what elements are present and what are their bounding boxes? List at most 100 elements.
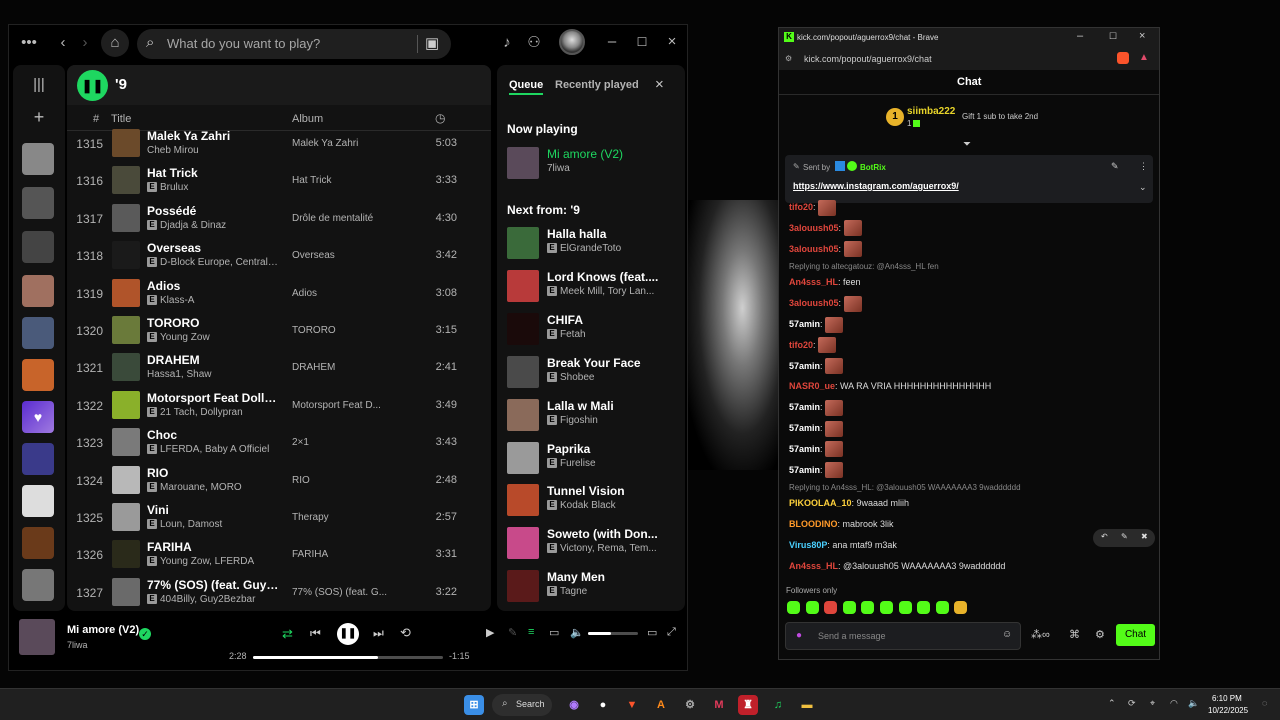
track-title[interactable]: FARIHA <box>147 540 279 554</box>
clock-time[interactable]: 6:10 PM <box>1212 694 1242 703</box>
chat-username[interactable]: 57amin <box>789 423 820 433</box>
col-title[interactable]: Title <box>111 113 131 125</box>
library-item[interactable] <box>22 143 54 175</box>
play-button[interactable]: ❚❚ <box>77 70 108 101</box>
pause-button[interactable]: ❚❚ <box>337 623 359 645</box>
table-row[interactable]: 1323 Choc E LFERDA, Baby A Officiel 2×1 3:43 <box>67 425 491 462</box>
previous-icon[interactable]: ⏮ <box>310 626 321 641</box>
unpin-icon[interactable]: ✎ <box>1111 161 1119 172</box>
emote-button[interactable] <box>954 601 968 614</box>
track-album[interactable]: Therapy <box>292 512 392 523</box>
track-title[interactable]: RIO <box>147 466 279 480</box>
track-album[interactable]: Malek Ya Zahri <box>292 138 392 149</box>
library-item[interactable] <box>22 443 54 475</box>
address-bar[interactable]: ⚙ kick.com/popout/aguerrox9/chat ▲ <box>779 48 1159 70</box>
table-row[interactable]: 1315 Malek Ya Zahri Cheb Mirou Malek Ya Zah… <box>67 126 491 163</box>
points-icon[interactable]: ⁂∞ <box>1031 628 1050 641</box>
chat-message[interactable]: 3alouush05: <box>789 219 862 237</box>
minimize-icon[interactable]: – <box>1077 30 1083 42</box>
library-item[interactable] <box>22 359 54 391</box>
minimize-icon[interactable]: – <box>605 32 619 52</box>
chat-username[interactable]: 57amin <box>789 465 820 475</box>
library-item[interactable] <box>22 527 54 559</box>
track-album[interactable]: 77% (SOS) (feat. G... <box>292 587 392 598</box>
chat-message[interactable]: NASR0_ue: WA RA VRIA HHHHHHHHHHHHHHH <box>789 377 991 395</box>
track-artist[interactable]: E LFERDA, Baby A Officiel <box>147 444 279 455</box>
repeat-icon[interactable]: ⟲ <box>400 625 411 641</box>
chat-message[interactable]: 3alouush05: <box>789 294 862 312</box>
library-icon[interactable]: ||| <box>29 75 49 95</box>
queue-item[interactable]: CHIFA E Fetah <box>507 311 685 351</box>
shuffle-icon[interactable]: ⇄ <box>282 626 293 642</box>
site-settings-icon[interactable]: ⚙ <box>785 54 792 63</box>
brave-icon[interactable]: ▼ <box>622 695 642 715</box>
volume-slider[interactable] <box>588 632 638 635</box>
fullscreen-icon[interactable]: ⤢ <box>667 626 676 639</box>
mini-player-icon[interactable]: ▭ <box>647 626 657 639</box>
chat-username[interactable]: 3alouush05 <box>789 298 839 308</box>
next-icon[interactable]: ⏭ <box>373 626 384 641</box>
collapse-icon[interactable]: ⏷ <box>963 139 971 150</box>
track-album[interactable]: RIO <box>292 475 392 486</box>
chat-username[interactable]: 57amin <box>789 361 820 371</box>
track-artist[interactable]: E Marouane, MORO <box>147 481 279 493</box>
queue-icon[interactable]: ≡ <box>528 626 534 638</box>
emote-button[interactable] <box>805 601 819 614</box>
queue-item[interactable]: Tunnel Vision E Kodak Black <box>507 482 685 522</box>
table-row[interactable]: 1327 77% (SOS) (feat. Guy2Bez...E404Billy… <box>67 575 491 611</box>
track-album[interactable]: DRAHEM <box>292 362 392 373</box>
chat-message[interactable]: 57amin: <box>789 398 844 416</box>
track-album[interactable]: Hat Trick <box>292 175 392 186</box>
library-item[interactable] <box>22 187 54 219</box>
close-queue-icon[interactable]: × <box>655 76 664 93</box>
add-icon[interactable]: + <box>29 107 49 127</box>
avatar[interactable] <box>559 29 585 55</box>
github-icon[interactable]: ● <box>593 695 613 715</box>
chat-username[interactable]: Virus80P <box>789 540 827 550</box>
home-icon[interactable]: ⌂ <box>101 29 129 57</box>
chat-message[interactable]: Virus80P: ana mtaf9 m3ak <box>789 536 897 554</box>
reply-context[interactable]: Replying to An4sss_HL: @3alouush05 WAAAA… <box>789 483 1021 492</box>
file-explorer-icon[interactable]: ▬ <box>797 695 817 715</box>
table-row[interactable]: 1320 TORORO E Young Zow TORORO 3:15 <box>67 313 491 350</box>
brave-shields-icon[interactable] <box>1117 52 1129 64</box>
table-row[interactable]: 1316 Hat Trick E Brulux Hat Trick 3:33 <box>67 163 491 200</box>
chat-username[interactable]: BLOODINO <box>789 519 838 529</box>
forward-icon[interactable]: › <box>77 33 93 53</box>
track-title[interactable]: TORORO <box>147 316 279 330</box>
library-item[interactable] <box>22 485 54 517</box>
track-album[interactable]: Drôle de mentalité <box>292 213 392 224</box>
emote-button[interactable] <box>898 601 912 614</box>
table-row[interactable]: 1326 FARIHA E Young Zow, LFERDA FARIHA 3:31 <box>67 537 491 574</box>
tab-queue[interactable]: Queue <box>509 79 544 95</box>
send-chat-button[interactable]: Chat <box>1116 624 1155 646</box>
table-row[interactable]: 1318 Overseas E D-Block Europe, Central C..… <box>67 238 491 275</box>
chat-message[interactable]: PIKOOLAA_10: 9waaad mliih <box>789 494 909 512</box>
maximize-icon[interactable]: ☐ <box>1109 31 1117 42</box>
wifi-icon[interactable]: ◠ <box>1170 698 1178 709</box>
track-title[interactable]: Choc <box>147 428 279 442</box>
queue-item[interactable]: Lord Knows (feat.... E Meek Mill, Tory Lan… <box>507 268 685 308</box>
track-title[interactable]: Overseas <box>147 241 279 255</box>
chat-username[interactable]: An4sss_HL <box>789 277 838 287</box>
pinned-link[interactable]: https://www.instagram.com/aguerrox9/ <box>793 181 959 191</box>
bot-name[interactable]: BotRix <box>860 163 886 172</box>
table-row[interactable]: 1319 Adios E Klass-A Adios 3:08 <box>67 276 491 313</box>
track-title[interactable]: Possédé <box>147 204 279 218</box>
track-title[interactable]: Malek Ya Zahri <box>147 129 279 143</box>
tab-recently-played[interactable]: Recently played <box>555 79 639 91</box>
saved-check-icon[interactable]: ✓ <box>139 628 151 640</box>
track-artist[interactable]: E 404Billy, Guy2Bezbar <box>147 593 279 605</box>
queue-item[interactable]: Soweto (with Don... E Victony, Rema, Tem..… <box>507 525 685 565</box>
track-artist[interactable]: Cheb Mirou <box>147 145 279 156</box>
pin-message-icon[interactable]: ✎ <box>1121 532 1128 541</box>
track-album[interactable]: 2×1 <box>292 437 392 448</box>
track-artist[interactable]: E Brulux <box>147 182 279 193</box>
track-album[interactable]: Overseas <box>292 250 392 261</box>
emote-button[interactable] <box>880 601 893 614</box>
now-playing-item[interactable]: Mi amore (V2) 7liwa <box>507 145 685 185</box>
track-artist[interactable]: E Loun, Damost <box>147 519 279 530</box>
track-title[interactable]: DRAHEM <box>147 353 279 367</box>
message-input[interactable]: ● Send a message ☺ <box>785 622 1021 650</box>
chat-username[interactable]: 57amin <box>789 319 820 329</box>
